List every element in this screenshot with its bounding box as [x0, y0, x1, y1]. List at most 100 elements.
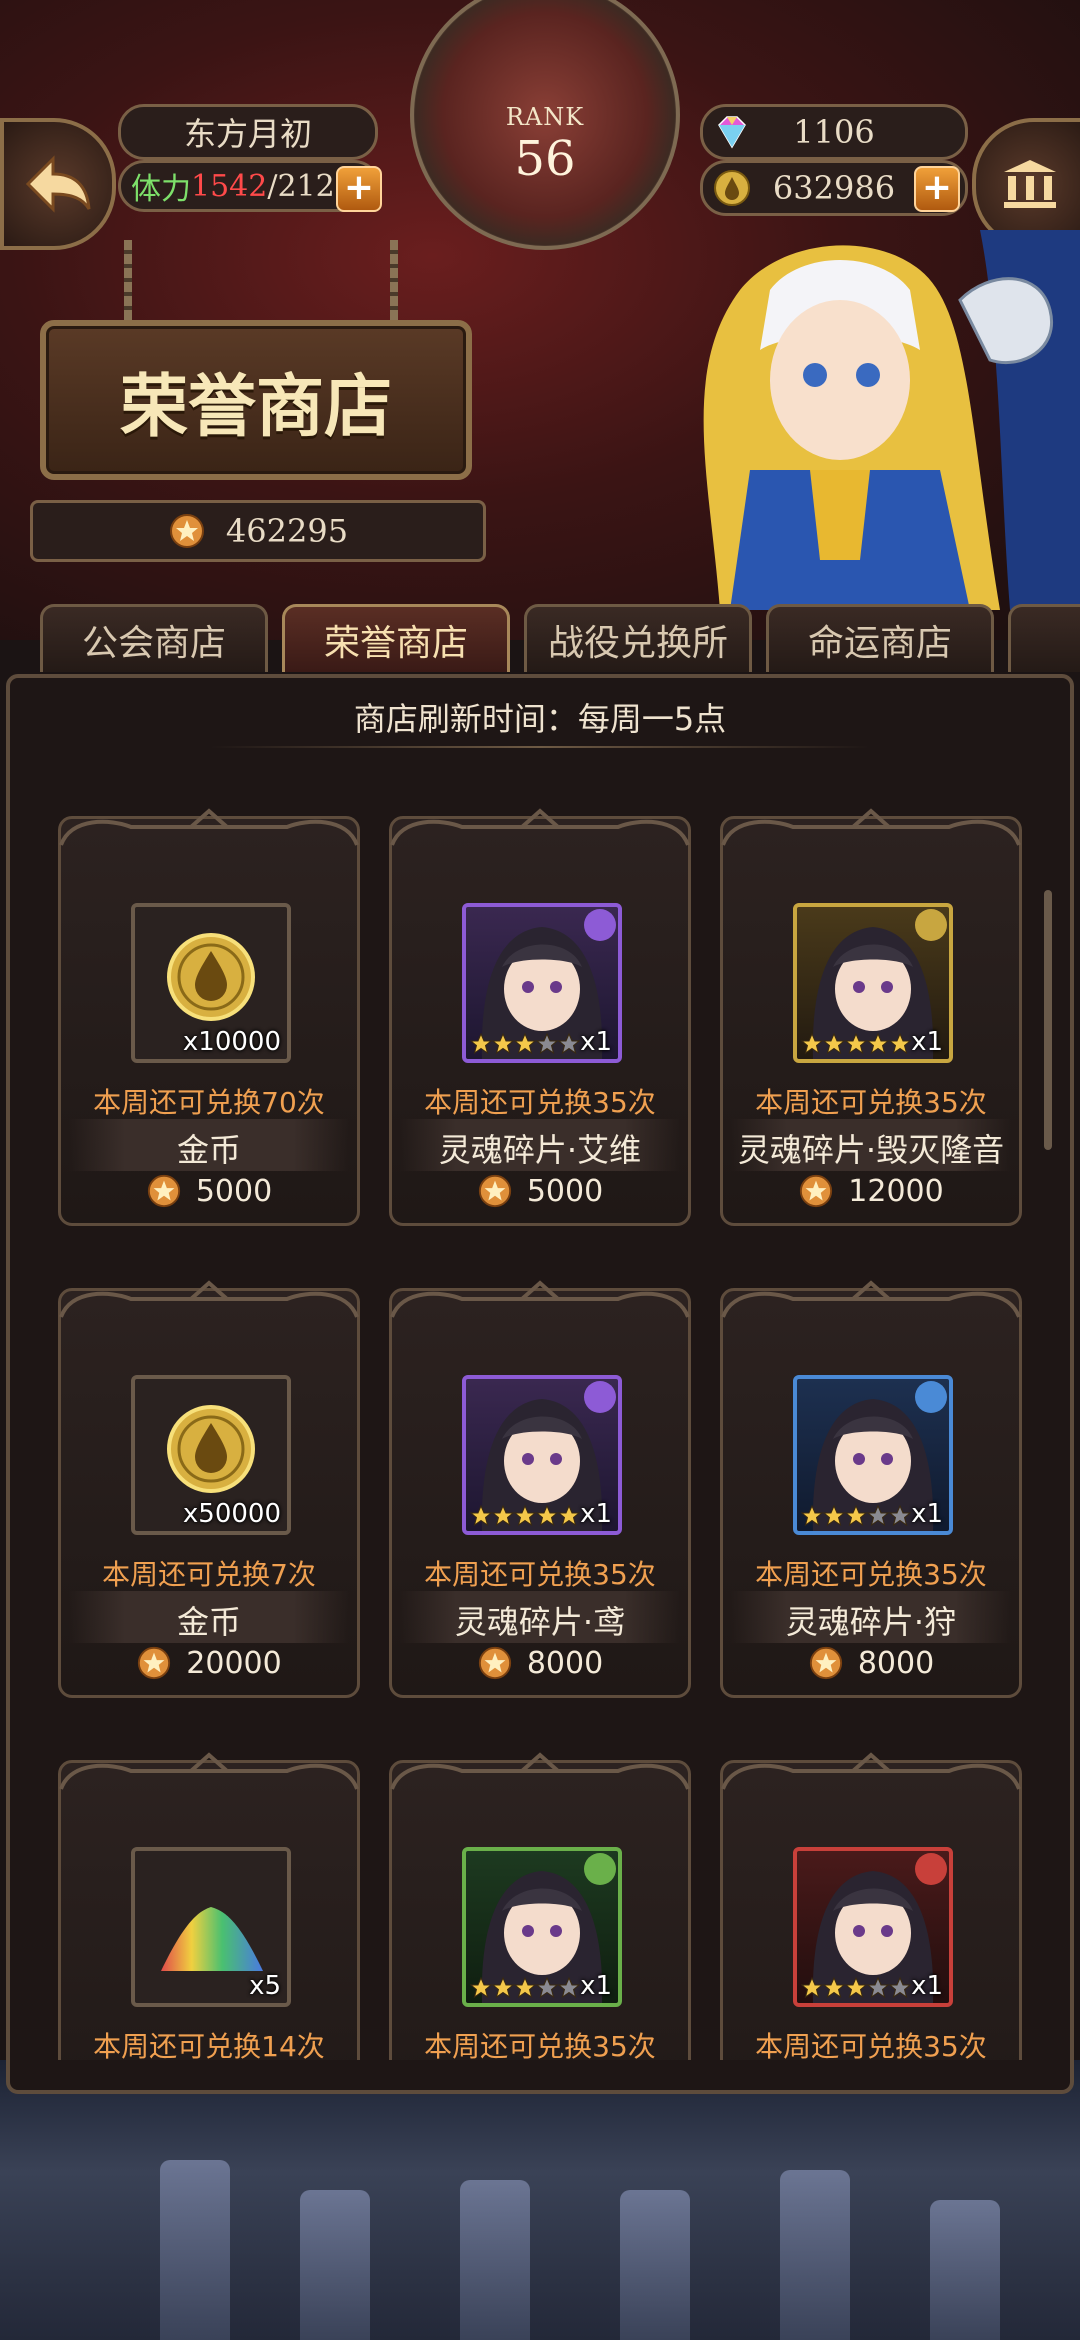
card-ornament: [721, 808, 1021, 846]
card-ornament: [390, 808, 690, 846]
price-value: 8000: [857, 1645, 935, 1681]
star-icon: [845, 1505, 867, 1527]
item-quantity: x1: [580, 1499, 612, 1529]
star-icon: [889, 1033, 911, 1055]
star-icon: [889, 1505, 911, 1527]
card-ornament: [721, 1752, 1021, 1790]
element-icon: [584, 909, 616, 941]
rarity-stars: [801, 1505, 911, 1527]
price-value: 8000: [526, 1645, 604, 1681]
star-icon: [514, 1033, 536, 1055]
star-icon: [514, 1505, 536, 1527]
item-icon-frame[interactable]: x1: [793, 903, 953, 1063]
star-icon: [558, 1977, 580, 1999]
honor-balance: 462295: [30, 500, 486, 562]
item-quantity: x50000: [182, 1499, 281, 1529]
item-icon-frame[interactable]: x10000: [131, 903, 291, 1063]
shop-item-card[interactable]: x1 本周还可兑换35次 灵魂碎片·毁灭隆音 12000: [720, 808, 1022, 1226]
honor-coin-icon: [147, 1174, 180, 1208]
diamond-icon: [718, 116, 746, 149]
star-icon: [470, 1505, 492, 1527]
rank-value: 56: [514, 131, 576, 187]
item-price[interactable]: 8000: [723, 1645, 1019, 1681]
star-icon: [558, 1033, 580, 1055]
honor-coin-icon: [169, 514, 204, 548]
rarity-stars: [801, 1977, 911, 1999]
rank-label: RANK: [505, 103, 585, 131]
shop-item-card[interactable]: x1 本周还可兑换35次 灵魂碎片·鸢 8000: [389, 1280, 691, 1698]
star-icon: [492, 1505, 514, 1527]
star-icon: [536, 1505, 558, 1527]
honor-coin-icon: [138, 1646, 171, 1680]
shop-item-card[interactable]: x1 本周还可兑换35次 灵魂碎片·艾维 5000: [389, 808, 691, 1226]
item-quantity: x1: [911, 1499, 943, 1529]
rarity-stars: [470, 1033, 580, 1055]
card-ornament: [59, 1280, 359, 1318]
item-price[interactable]: 8000: [392, 1645, 688, 1681]
bank-icon: [1004, 160, 1056, 208]
purchase-limit-text: 本周还可兑换14次: [93, 2030, 325, 2060]
purchase-limit-text: 本周还可兑换7次: [102, 1558, 316, 1591]
shop-item-card[interactable]: x1 本周还可兑换35次: [720, 1752, 1022, 2060]
item-icon-frame[interactable]: x1: [462, 1847, 622, 2007]
star-icon: [823, 1977, 845, 1999]
star-icon: [470, 1977, 492, 1999]
item-price[interactable]: 5000: [392, 1173, 688, 1209]
tab-honor-shop[interactable]: 荣誉商店: [282, 604, 510, 672]
item-icon-frame[interactable]: x1: [462, 1375, 622, 1535]
element-icon: [915, 909, 947, 941]
shop-item-card[interactable]: x1 本周还可兑换35次 灵魂碎片·狩 8000: [720, 1280, 1022, 1698]
tab-fate-shop[interactable]: 命运商店: [766, 604, 994, 672]
card-ornament: [390, 1280, 690, 1318]
scrollbar[interactable]: [1044, 890, 1052, 1150]
add-gold-button[interactable]: +: [914, 166, 960, 212]
stamina-label: 体力: [131, 172, 191, 207]
item-icon-frame[interactable]: x1: [793, 1375, 953, 1535]
item-quantity: x5: [249, 1971, 281, 2001]
star-icon: [470, 1033, 492, 1055]
card-ornament: [59, 808, 359, 846]
price-value: 20000: [186, 1645, 282, 1681]
item-name: 灵魂碎片·鸢: [454, 1603, 626, 1641]
item-icon-frame[interactable]: x1: [462, 903, 622, 1063]
gem-display: 1106: [700, 104, 968, 160]
tab-guild-shop[interactable]: 公会商店: [40, 604, 268, 672]
add-stamina-button[interactable]: +: [336, 166, 382, 212]
card-ornament: [721, 1280, 1021, 1318]
item-quantity: x1: [580, 1971, 612, 2001]
item-icon-frame[interactable]: x5: [131, 1847, 291, 2007]
rarity-stars: [801, 1033, 911, 1055]
honor-count: 462295: [225, 512, 349, 550]
star-icon: [558, 1505, 580, 1527]
star-icon: [492, 1977, 514, 1999]
item-icon-frame[interactable]: x1: [793, 1847, 953, 2007]
item-name: 灵魂碎片·艾维: [438, 1131, 642, 1169]
gem-count: 1106: [793, 113, 875, 151]
star-icon: [536, 1977, 558, 1999]
star-icon: [536, 1033, 558, 1055]
star-icon: [889, 1977, 911, 1999]
item-name: 金币: [176, 1603, 241, 1641]
tab-book-shop[interactable]: 书: [1008, 604, 1080, 672]
player-name: 东方月初: [118, 104, 378, 160]
item-icon-frame[interactable]: x50000: [131, 1375, 291, 1535]
element-icon: [584, 1853, 616, 1885]
shop-item-card[interactable]: x5 本周还可兑换14次: [58, 1752, 360, 2060]
shop-item-card[interactable]: x1 本周还可兑换35次: [389, 1752, 691, 2060]
element-icon: [584, 1381, 616, 1413]
star-icon: [867, 1977, 889, 1999]
item-name: 金币: [176, 1131, 241, 1169]
back-button[interactable]: [0, 118, 116, 250]
shop-item-card[interactable]: x10000 本周还可兑换70次 金币 5000: [58, 808, 360, 1226]
item-name: 灵魂碎片·毁灭隆音: [737, 1131, 1005, 1169]
shop-item-card[interactable]: x50000 本周还可兑换7次金币 20000: [58, 1280, 360, 1698]
item-quantity: x1: [580, 1027, 612, 1057]
item-price[interactable]: 20000: [61, 1645, 357, 1681]
star-icon: [492, 1033, 514, 1055]
tab-campaign-exchange[interactable]: 战役兑换所: [524, 604, 752, 672]
top-bar: 东方月初 体力 1542 /212 + RANK 56 1106 632986 …: [0, 0, 1080, 250]
item-price[interactable]: 5000: [61, 1173, 357, 1209]
item-price[interactable]: 12000: [723, 1173, 1019, 1209]
stamina-current: 1542: [191, 168, 268, 204]
star-icon: [823, 1033, 845, 1055]
